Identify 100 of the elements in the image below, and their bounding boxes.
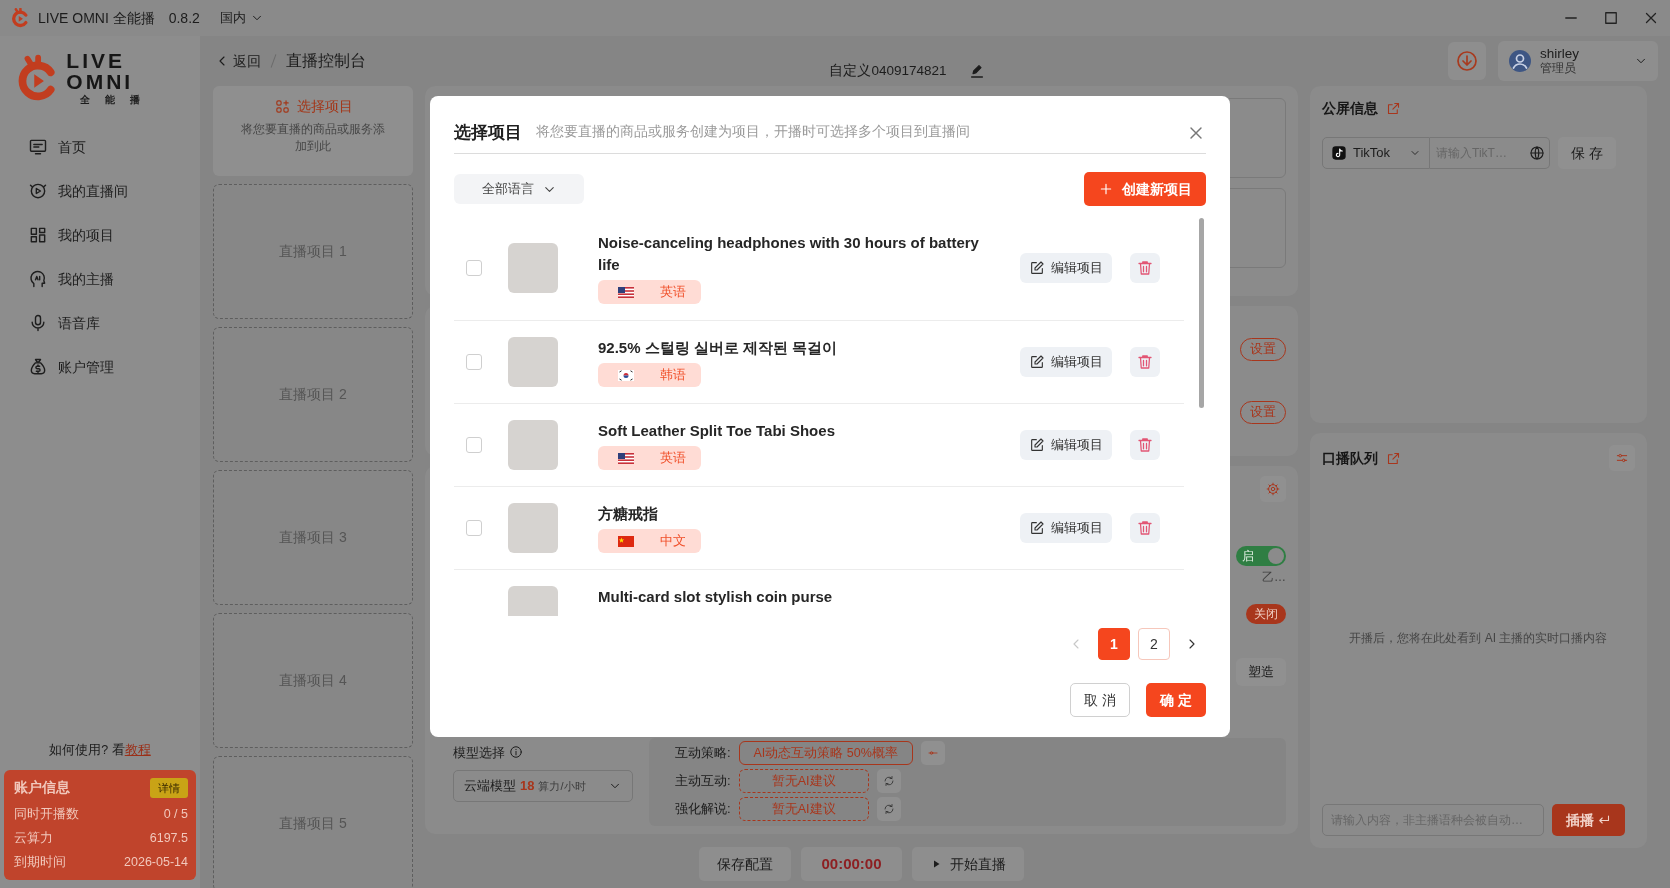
- item-title: Soft Leather Split Toe Tabi Shoes: [598, 421, 836, 441]
- edit-project-button[interactable]: 编辑项目: [1020, 430, 1112, 460]
- edit-icon: [1029, 437, 1045, 453]
- region-dropdown[interactable]: 国内: [207, 8, 264, 28]
- edit-button[interactable]: [968, 63, 985, 79]
- status-tag: 关闭: [1246, 604, 1286, 624]
- item-title: 方糖戒指: [598, 504, 659, 524]
- back-link[interactable]: 返回: [214, 50, 261, 72]
- flag-icon: [618, 286, 634, 298]
- photo-placeholder: [508, 337, 558, 387]
- refresh-icon: [882, 802, 895, 816]
- start-live-button[interactable]: 开始直播: [911, 847, 1024, 881]
- checkbox[interactable]: [466, 437, 482, 453]
- head-icon: [28, 269, 48, 289]
- refresh-button[interactable]: [876, 797, 901, 821]
- filter-button[interactable]: [1609, 445, 1635, 471]
- account-label: 到期时间: [14, 853, 66, 871]
- pencil-icon: [968, 63, 985, 79]
- user-role: 管理员: [1540, 61, 1576, 76]
- apps-icon: [273, 98, 291, 115]
- strategy-label: 强化解说:: [675, 800, 731, 819]
- model-dropdown[interactable]: 云端模型 18 算力/小时: [453, 770, 633, 802]
- checkbox[interactable]: [466, 354, 482, 370]
- download-button[interactable]: [1448, 42, 1486, 80]
- external-link-icon[interactable]: [1386, 101, 1401, 116]
- monitor-icon: [28, 137, 48, 157]
- nav-item[interactable]: 我的直播间: [0, 169, 200, 213]
- page-button[interactable]: 2: [1138, 628, 1170, 660]
- photo-placeholder: [508, 503, 558, 553]
- timer-display: 00:00:00: [801, 847, 902, 881]
- insert-button[interactable]: 插播: [1552, 804, 1625, 836]
- create-project-button[interactable]: 创建新项目: [1084, 172, 1206, 206]
- edit-project-button[interactable]: 编辑项目: [1020, 513, 1112, 543]
- save-button[interactable]: 保 存: [1558, 137, 1616, 169]
- nav-item[interactable]: 我的项目: [0, 213, 200, 257]
- account-title: 账户信息: [14, 778, 70, 797]
- edit-project-button[interactable]: 编辑项目: [1020, 347, 1112, 377]
- toggle-switch[interactable]: 启: [1236, 546, 1286, 566]
- platform-dropdown[interactable]: TikTok: [1322, 137, 1430, 169]
- dialog-title: 选择项目: [454, 121, 522, 144]
- maximize-icon[interactable]: [1602, 9, 1620, 27]
- language-button[interactable]: [1524, 137, 1550, 169]
- download-icon: [1455, 49, 1479, 73]
- refresh-icon: [882, 774, 895, 788]
- shape-button[interactable]: 塑造: [1236, 658, 1286, 686]
- settings-button[interactable]: [1260, 476, 1286, 502]
- version-label: 0.8.2: [168, 8, 200, 28]
- account-value: 0 / 5: [163, 805, 188, 823]
- logo-icon: [10, 8, 30, 28]
- flag-icon: [618, 452, 634, 464]
- delete-button[interactable]: [1130, 253, 1160, 283]
- strategy-label: 互动策略:: [675, 744, 731, 763]
- grid-icon: [28, 225, 48, 245]
- confirm-button[interactable]: 确 定: [1146, 683, 1206, 717]
- delete-button[interactable]: [1130, 347, 1160, 377]
- delete-button[interactable]: [1130, 430, 1160, 460]
- checkbox[interactable]: [466, 520, 482, 536]
- checkbox[interactable]: [466, 260, 482, 276]
- edit-icon: [1029, 354, 1045, 370]
- plus-icon: [1098, 181, 1114, 197]
- language-dropdown[interactable]: 全部语言: [454, 174, 584, 204]
- select-project-card[interactable]: 选择项目 将您要直播的商品或服务添加到此: [213, 86, 413, 176]
- account-value: 6197.5: [149, 829, 188, 847]
- play-circle-icon: [28, 181, 48, 201]
- nav-item[interactable]: 我的主播: [0, 257, 200, 301]
- strategy-label: 主动互动:: [675, 772, 731, 791]
- nav-item[interactable]: 首页: [0, 125, 200, 169]
- adjust-button[interactable]: [920, 741, 945, 765]
- page-button[interactable]: 1: [1098, 628, 1130, 660]
- language-label: 中文: [660, 532, 686, 551]
- settings-icon: [1266, 481, 1280, 497]
- avatar-icon: [1508, 49, 1532, 73]
- trash-icon: [1136, 353, 1154, 371]
- panel-title: 口播队列: [1322, 448, 1378, 468]
- page-title: 直播控制台: [286, 51, 366, 71]
- panel-title: 公屏信息: [1322, 99, 1378, 118]
- logo-text: LIVE OMNI: [66, 50, 135, 92]
- note-logo-icon: [1331, 145, 1347, 161]
- edit-project-button[interactable]: 编辑项目: [1020, 253, 1112, 283]
- empty-state-text: 开播后，您将在此处看到 AI 主播的实时口播内容: [1349, 629, 1608, 647]
- user-menu[interactable]: shirley 管理员: [1498, 41, 1658, 81]
- external-link-icon[interactable]: [1386, 450, 1401, 466]
- language-label: 韩语: [660, 366, 686, 385]
- delete-button[interactable]: [1130, 513, 1160, 543]
- trash-icon: [1136, 259, 1154, 277]
- cancel-button[interactable]: 取 消: [1070, 683, 1130, 717]
- account-value: 2026-05-14: [124, 853, 188, 871]
- nav-item[interactable]: 语音库: [0, 301, 200, 345]
- app-title: LIVE OMNI 全能播: [38, 8, 155, 28]
- save-config-button[interactable]: 保存配置: [699, 847, 792, 881]
- account-label: 同时开播数: [14, 805, 79, 823]
- refresh-button[interactable]: [876, 769, 901, 793]
- details-button[interactable]: 详情: [150, 777, 188, 798]
- edit-icon: [1029, 520, 1045, 536]
- language-label: 英语: [660, 449, 686, 468]
- nav-item[interactable]: 账户管理: [0, 345, 200, 389]
- flag-icon: [618, 369, 634, 381]
- edit-icon: [1029, 260, 1045, 276]
- scrollbar-thumb[interactable]: [1199, 218, 1204, 408]
- item-title: Multi-card slot stylish coin purse: [598, 587, 834, 607]
